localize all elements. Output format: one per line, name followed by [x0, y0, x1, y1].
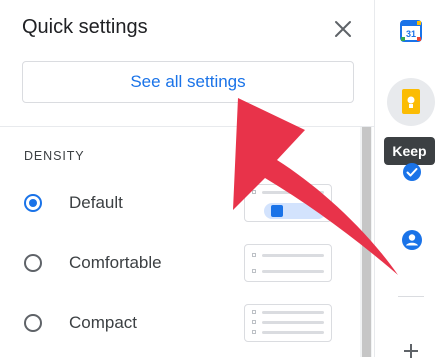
density-option-label: Default [69, 193, 123, 212]
density-preview-default [244, 184, 332, 222]
contacts-icon [402, 230, 422, 250]
keep-icon [402, 89, 420, 114]
calendar-day: 31 [406, 29, 416, 39]
density-option-label: Compact [69, 313, 138, 332]
density-preview-comfortable [244, 244, 332, 282]
tasks-icon [403, 163, 421, 181]
tasks-button[interactable] [402, 162, 422, 182]
radio-dot [29, 199, 37, 207]
density-preview-compact [244, 304, 332, 342]
quick-settings-panel: Quick settings See all settings DENSITY … [0, 0, 375, 357]
density-option-default[interactable]: Default [24, 184, 344, 225]
close-button[interactable] [330, 16, 356, 42]
density-option-compact[interactable]: Compact [24, 304, 344, 345]
radio-button-compact[interactable] [24, 314, 42, 332]
keep-button[interactable] [387, 78, 435, 126]
close-icon [335, 21, 351, 37]
scrollbar-thumb[interactable] [362, 127, 371, 357]
radio-button-default[interactable] [24, 194, 42, 212]
doc-icon [271, 205, 283, 217]
panel-title: Quick settings [22, 16, 148, 38]
contacts-button[interactable] [401, 229, 423, 251]
calendar-icon: 31 [400, 20, 422, 42]
radio-button-comfortable[interactable] [24, 254, 42, 272]
side-panel-separator [398, 296, 424, 297]
density-option-label: Comfortable [69, 253, 162, 272]
density-section-label: DENSITY [24, 149, 85, 163]
divider [0, 126, 375, 127]
attachment-chip [264, 203, 326, 219]
calendar-button[interactable]: 31 [400, 20, 422, 42]
see-all-settings-button[interactable]: See all settings [22, 61, 354, 103]
density-option-comfortable[interactable]: Comfortable [24, 244, 344, 285]
side-panel-divider [374, 0, 375, 357]
keep-tooltip: Keep [384, 137, 435, 165]
